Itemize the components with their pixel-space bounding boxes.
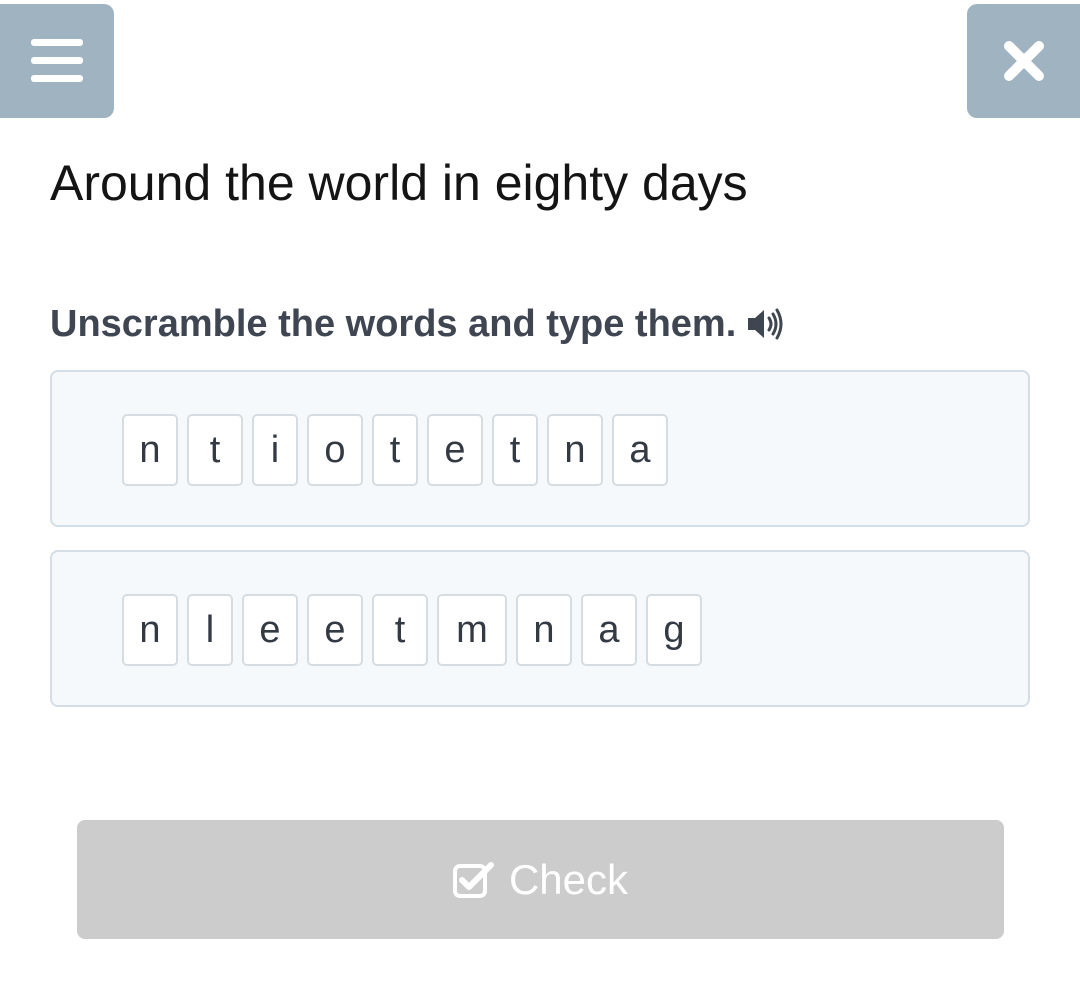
speaker-icon[interactable] <box>746 307 784 341</box>
letter-tile[interactable]: n <box>516 594 572 666</box>
check-button[interactable]: Check <box>77 820 1004 939</box>
exercise-page: Around the world in eighty days Unscramb… <box>0 0 1080 998</box>
close-icon <box>1003 40 1045 82</box>
letter-tile[interactable]: a <box>612 414 668 486</box>
letter-tile[interactable]: e <box>307 594 363 666</box>
letter-tile[interactable]: t <box>372 594 428 666</box>
menu-button[interactable] <box>0 4 114 118</box>
letter-tile[interactable]: a <box>581 594 637 666</box>
letter-tile[interactable]: l <box>187 594 233 666</box>
letter-tile[interactable]: i <box>252 414 298 486</box>
letter-tile[interactable]: n <box>547 414 603 486</box>
check-label: Check <box>508 855 629 903</box>
letter-tile[interactable]: t <box>492 414 538 486</box>
letter-tiles-2: n l e e t m n a g <box>122 594 702 666</box>
letter-tile[interactable]: n <box>122 414 178 486</box>
letter-tile[interactable]: o <box>307 414 363 486</box>
instruction: Unscramble the words and type them. <box>50 298 784 350</box>
letter-tile[interactable]: e <box>427 414 483 486</box>
letter-tile[interactable]: t <box>187 414 243 486</box>
instruction-text: Unscramble the words and type them. <box>50 303 737 345</box>
page-title: Around the world in eighty days <box>50 155 748 211</box>
letter-tile[interactable]: m <box>437 594 507 666</box>
letter-tile[interactable]: e <box>242 594 298 666</box>
letter-tile[interactable]: t <box>372 414 418 486</box>
letter-tile[interactable]: n <box>122 594 178 666</box>
letter-tiles-1: n t i o t e t n a <box>122 414 668 486</box>
letter-tile[interactable]: g <box>646 594 702 666</box>
word-box-1[interactable]: n t i o t e t n a <box>50 370 1030 527</box>
word-box-2[interactable]: n l e e t m n a g <box>50 550 1030 707</box>
close-button[interactable] <box>967 4 1080 118</box>
checkbox-check-icon <box>452 861 495 899</box>
hamburger-menu-icon <box>31 39 83 83</box>
